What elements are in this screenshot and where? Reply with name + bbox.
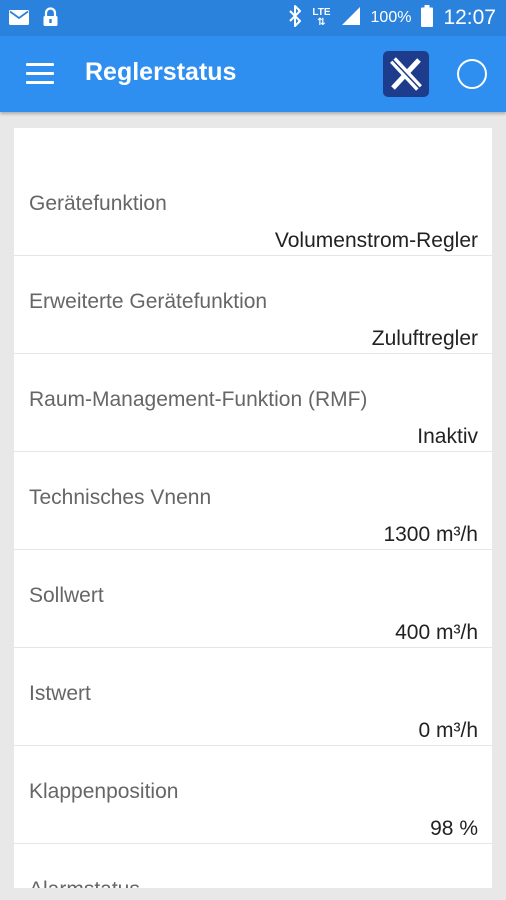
app-bar: Reglerstatus — [0, 36, 506, 112]
status-row-klappenposition: Klappenposition 98 % — [14, 746, 492, 844]
status-row-alarmstatus: Alarmstatus — [14, 844, 492, 888]
clock: 12:07 — [443, 6, 496, 29]
battery-percent: 100% — [370, 9, 412, 26]
status-row-rmf: Raum-Management-Funktion (RMF) Inaktiv — [14, 354, 492, 452]
battery-icon — [421, 4, 434, 32]
status-value: Volumenstrom-Regler — [274, 229, 478, 252]
status-label: Raum-Management-Funktion (RMF) — [29, 388, 368, 411]
status-row-vnenn: Technisches Vnenn 1300 m³/h — [14, 452, 492, 550]
status-value: 1300 m³/h — [383, 523, 478, 546]
status-value: 400 m³/h — [395, 621, 478, 644]
x-logo-icon[interactable] — [383, 51, 429, 97]
lte-icon: LTE ⇅ — [312, 7, 331, 28]
status-value: Zuluftregler — [371, 327, 478, 350]
status-row-sollwert: Sollwert 400 m³/h — [14, 550, 492, 648]
bluetooth-icon — [288, 4, 302, 32]
lte-label: LTE — [312, 7, 331, 18]
status-label: Alarmstatus — [29, 878, 140, 888]
status-value: 0 m³/h — [418, 719, 478, 742]
status-row-istwert: Istwert 0 m³/h — [14, 648, 492, 746]
status-label: Technisches Vnenn — [29, 486, 212, 509]
mail-icon — [8, 9, 30, 31]
status-value: Inaktiv — [417, 425, 478, 448]
hamburger-menu-icon[interactable] — [26, 63, 54, 85]
status-value: 98 % — [430, 817, 478, 840]
status-label: Klappenposition — [29, 780, 179, 803]
lock-icon — [42, 7, 59, 32]
status-bar: LTE ⇅ 100% 12:07 — [0, 0, 506, 36]
circle-icon[interactable] — [457, 59, 487, 89]
status-row-geraetefunktion: Gerätefunktion Volumenstrom-Regler — [14, 158, 492, 256]
status-label: Gerätefunktion — [29, 192, 167, 215]
status-card: Gerätefunktion Volumenstrom-Regler Erwei… — [14, 128, 492, 888]
page-title: Reglerstatus — [85, 58, 237, 86]
signal-icon — [341, 6, 361, 31]
status-row-erweiterte-geraetefunktion: Erweiterte Gerätefunktion Zuluftregler — [14, 256, 492, 354]
status-label: Erweiterte Gerätefunktion — [29, 290, 268, 313]
status-label: Istwert — [29, 682, 91, 705]
status-label: Sollwert — [29, 584, 104, 607]
